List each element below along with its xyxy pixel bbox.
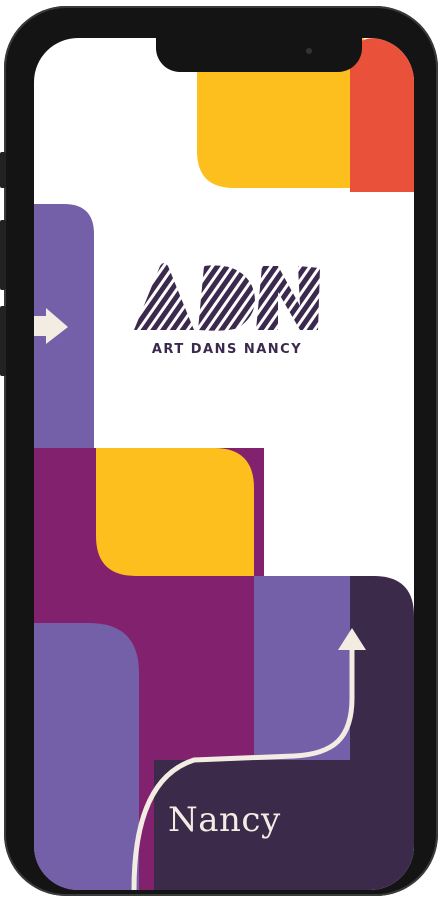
orange-block-top	[350, 38, 414, 192]
splash-screen: ART DANS NANCY Nancy	[34, 38, 414, 890]
city-signature: Nancy	[168, 800, 281, 840]
yellow-block-middle	[96, 448, 254, 576]
phone-frame: ART DANS NANCY Nancy	[0, 6, 438, 896]
volume-up-button	[0, 152, 6, 188]
logo-subtitle: ART DANS NANCY	[151, 342, 303, 357]
camera-icon	[306, 48, 312, 54]
logo-letter-n	[256, 266, 320, 330]
splash-artwork	[34, 38, 414, 890]
volume-up-button-2	[0, 220, 6, 290]
logo-letter-a	[134, 263, 194, 330]
purple-lower-left	[34, 623, 139, 890]
deep-purple-block	[350, 576, 414, 890]
volume-down-button	[0, 306, 6, 376]
adn-logo-mark	[134, 263, 320, 331]
logo: ART DANS NANCY	[130, 256, 324, 357]
notch	[156, 38, 362, 72]
logo-letter-d	[198, 265, 255, 331]
